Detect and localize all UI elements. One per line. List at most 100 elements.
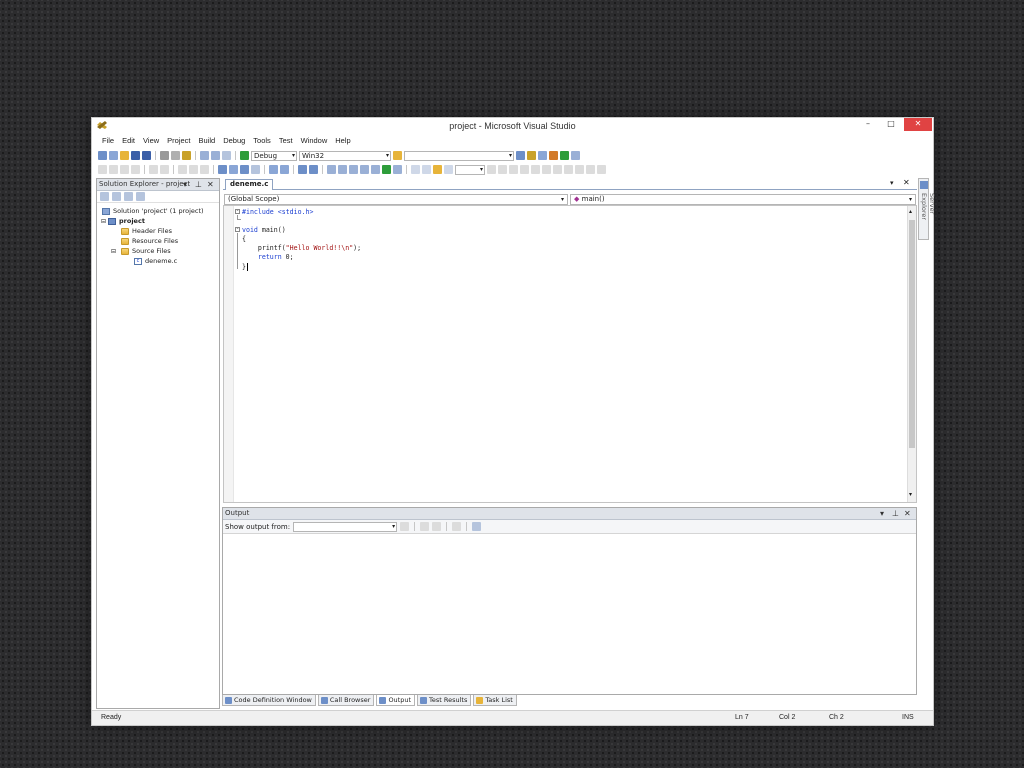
toggle-bookmark-icon[interactable] [327,165,336,174]
layout-horizontal-icon[interactable] [586,165,595,174]
maximize-button[interactable]: □ [879,118,903,131]
align-middle-icon[interactable] [149,165,158,174]
tree-item-source-files[interactable]: ⊟ Source Files [97,246,219,256]
layout-grid-icon[interactable] [487,165,496,174]
uncomment-icon[interactable] [309,165,318,174]
save-all-icon[interactable] [142,151,151,160]
collapse-icon[interactable]: ⊟ [111,248,121,255]
refresh-icon[interactable] [124,192,133,201]
chevron-down-icon[interactable]: ▾ [880,508,884,519]
layout-center-icon[interactable] [531,165,540,174]
fold-toggle-icon[interactable]: - [235,209,240,214]
paste-icon[interactable] [182,151,191,160]
find-in-files-icon[interactable] [393,151,402,160]
close-icon[interactable]: ✕ [207,179,214,190]
solution-explorer-icon[interactable] [516,151,525,160]
output-source-select[interactable]: ▾ [293,521,398,532]
add-item-icon[interactable] [109,151,118,160]
cut-icon[interactable] [160,151,169,160]
menu-build[interactable]: Build [195,135,220,147]
find-combo[interactable]: ▾ [404,150,514,161]
undo-icon[interactable] [200,151,209,160]
pin-icon[interactable]: ⊥ [892,508,899,519]
minimize-button[interactable]: – [856,118,880,131]
layout-front-icon[interactable] [564,165,573,174]
align-right-icon[interactable] [120,165,129,174]
menu-debug[interactable]: Debug [219,135,249,147]
align-top-icon[interactable] [131,165,140,174]
menu-tools[interactable]: Tools [249,135,275,147]
object-browser-icon[interactable] [538,151,547,160]
hand-icon[interactable] [433,165,442,174]
output-text-area[interactable] [223,534,916,692]
previous-message-icon[interactable] [420,522,430,531]
tree-item-resource-files[interactable]: Resource Files [97,236,219,246]
pointer-icon[interactable] [444,165,453,174]
tab-deneme-c[interactable]: deneme.c [225,179,274,190]
replace-icon[interactable] [393,165,402,174]
tree-item-solution[interactable]: Solution 'project' (1 project) [97,206,219,216]
comment-icon[interactable] [298,165,307,174]
configuration-select[interactable]: Debug ▾ [251,150,297,161]
view-class-diagram-icon[interactable] [136,192,145,201]
align-bottom-icon[interactable] [160,165,169,174]
size-to-grid-icon[interactable] [200,165,209,174]
start-page-icon[interactable] [560,151,569,160]
outdent-icon[interactable] [269,165,278,174]
editor-vertical-scrollbar[interactable]: ▴ ▾ [907,206,916,502]
indent-icon[interactable] [280,165,289,174]
next-bookmark-icon[interactable] [349,165,358,174]
tree-item-deneme-c[interactable]: c deneme.c [97,256,219,266]
tree-item-project[interactable]: ⊟ project [97,216,219,226]
redo-icon[interactable] [211,151,220,160]
word-wrap-icon[interactable] [472,522,482,531]
clear-bookmarks-icon[interactable] [360,165,369,174]
pin-icon[interactable]: ⊥ [195,179,202,190]
collapse-icon[interactable]: ⊟ [101,218,108,225]
scope-select[interactable]: (Global Scope) ▾ [224,194,568,205]
bookmark-icon[interactable] [240,165,249,174]
font-size-icon[interactable] [251,165,260,174]
layout-spacing-icon[interactable] [520,165,529,174]
chevron-down-icon[interactable]: ▾ [890,179,894,187]
class-view-icon[interactable] [218,165,227,174]
show-all-files-icon[interactable] [112,192,121,201]
make-same-width-icon[interactable] [178,165,187,174]
layout-snap-icon[interactable] [498,165,507,174]
resource-view-icon[interactable] [229,165,238,174]
close-button[interactable]: ✕ [904,118,932,131]
properties-icon[interactable] [527,151,536,160]
save-icon[interactable] [131,151,140,160]
scroll-down-icon[interactable]: ▾ [909,491,912,498]
zoom-out-icon[interactable] [422,165,431,174]
zoom-in-icon[interactable] [411,165,420,174]
align-center-icon[interactable] [109,165,118,174]
menu-file[interactable]: File [98,135,118,147]
align-left-icon[interactable] [98,165,107,174]
tree-item-header-files[interactable]: Header Files [97,226,219,236]
platform-select[interactable]: Win32 ▾ [299,150,391,161]
layout-vertical-icon[interactable] [597,165,606,174]
next-message-icon[interactable] [432,522,442,531]
server-explorer-tab[interactable]: Server Explorer [918,178,936,240]
layout-tab-order-icon[interactable] [542,165,551,174]
close-icon[interactable]: ✕ [904,508,911,519]
start-debugging-icon[interactable] [240,151,249,160]
menu-project[interactable]: Project [163,135,194,147]
menu-help[interactable]: Help [331,135,354,147]
menu-test[interactable]: Test [275,135,297,147]
find-icon[interactable] [371,165,380,174]
menu-edit[interactable]: Edit [118,135,139,147]
tab-call-browser[interactable]: Call Browser [317,695,375,706]
function-select[interactable]: ◆ main() ▾ [570,194,916,205]
new-project-icon[interactable] [98,151,107,160]
menu-window[interactable]: Window [297,135,332,147]
find-message-icon[interactable] [400,522,410,531]
fold-toggle-icon[interactable]: - [235,227,240,232]
scrollbar-thumb[interactable] [909,220,915,448]
window-layout-icon[interactable] [571,151,580,160]
tab-output[interactable]: Output [376,695,416,706]
toolbox-icon[interactable] [549,151,558,160]
previous-bookmark-icon[interactable] [338,165,347,174]
tab-test-results[interactable]: Test Results [417,695,472,706]
